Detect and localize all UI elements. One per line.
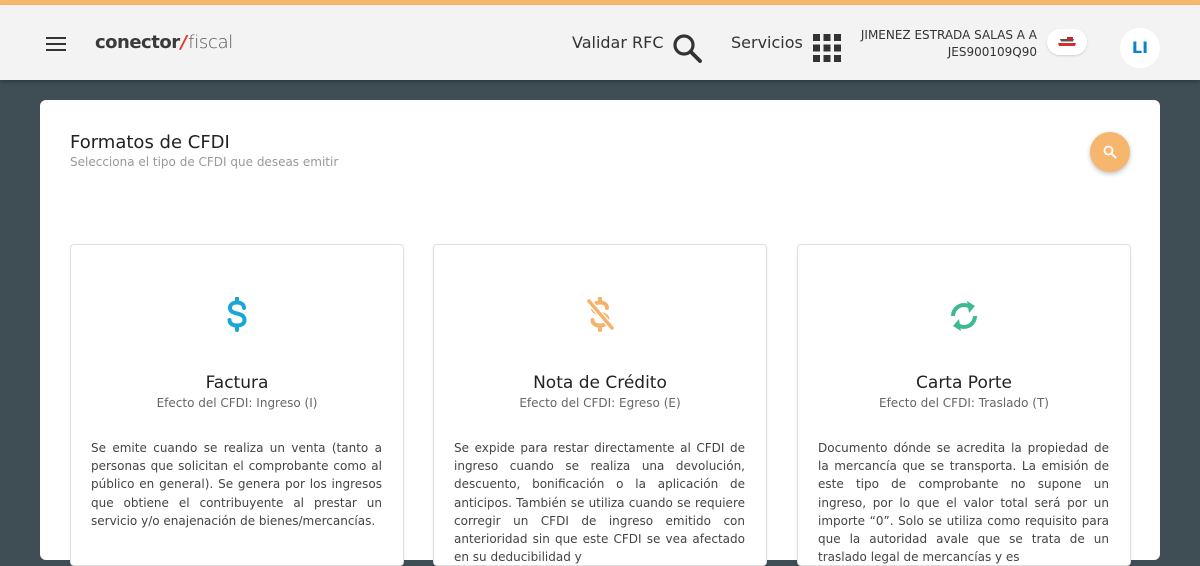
no-dollar-icon — [586, 297, 615, 332]
card-carta-porte[interactable]: Carta Porte Efecto del CFDI: Traslado (T… — [797, 244, 1131, 566]
card-description: Documento dónde se acredita la propiedad… — [818, 441, 1109, 565]
logo-text-primary: conector — [95, 32, 180, 53]
search-fab-button[interactable] — [1090, 132, 1130, 172]
dollar-icon — [227, 297, 247, 332]
card-title: Nota de Crédito — [533, 373, 667, 393]
logo-text-secondary: fiscal — [188, 32, 233, 53]
apps-grid-icon[interactable] — [813, 34, 841, 62]
refresh-icon — [951, 301, 977, 331]
validar-rfc-link[interactable]: Validar RFC — [572, 33, 664, 52]
cfdi-formats-panel: Formatos de CFDI Selecciona el tipo de C… — [40, 100, 1160, 566]
top-bar: conector/fiscal Validar RFC Servicios JI… — [0, 5, 1200, 80]
card-title: Factura — [205, 373, 269, 393]
logo[interactable]: conector/fiscal — [95, 32, 233, 56]
user-info: JIMENEZ ESTRADA SALAS A A JES900109Q90 — [861, 27, 1037, 61]
user-rfc: JES900109Q90 — [947, 45, 1037, 59]
card-subtitle: Efecto del CFDI: Traslado (T) — [879, 396, 1049, 410]
page-title: Formatos de CFDI — [70, 132, 230, 153]
servicios-link[interactable]: Servicios — [731, 33, 803, 52]
user-avatar[interactable]: LI — [1120, 28, 1160, 68]
card-description: Se emite cuando se realiza un venta (tan… — [91, 441, 382, 528]
logo-slash: / — [180, 32, 188, 53]
card-factura[interactable]: Factura Efecto del CFDI: Ingreso (I) Se … — [70, 244, 404, 566]
card-nota-de-credito[interactable]: Nota de Crédito Efecto del CFDI: Egreso … — [433, 244, 767, 566]
search-icon[interactable] — [671, 32, 703, 64]
card-subtitle: Efecto del CFDI: Egreso (E) — [519, 396, 681, 410]
user-name: JIMENEZ ESTRADA SALAS A A — [860, 28, 1037, 42]
card-subtitle: Efecto del CFDI: Ingreso (I) — [156, 396, 318, 410]
page-subtitle: Selecciona el tipo de CFDI que deseas em… — [70, 155, 339, 169]
search-icon — [1103, 145, 1117, 159]
card-title: Carta Porte — [916, 373, 1012, 393]
mexico-flag-icon[interactable] — [1047, 29, 1087, 55]
menu-icon[interactable] — [46, 37, 66, 51]
card-description: Se expide para restar directamente al CF… — [454, 441, 745, 565]
